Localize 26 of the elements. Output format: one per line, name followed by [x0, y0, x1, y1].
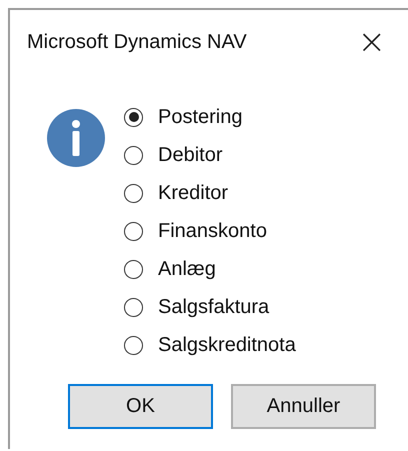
radio-button[interactable] [124, 222, 143, 240]
radio-button[interactable] [124, 298, 143, 316]
radio-button[interactable] [124, 260, 143, 278]
radio-option[interactable]: Postering [124, 98, 296, 136]
radio-button[interactable] [124, 184, 143, 202]
radio-option[interactable]: Finanskonto [124, 212, 296, 250]
option-label: Postering [158, 106, 242, 128]
cancel-button[interactable]: Annuller [231, 384, 376, 429]
radio-option[interactable]: Salgskreditnota [124, 326, 296, 364]
radio-option[interactable]: Salgsfaktura [124, 288, 296, 326]
ok-button[interactable]: OK [68, 384, 213, 429]
radio-button[interactable] [124, 108, 143, 126]
radio-option[interactable]: Kreditor [124, 174, 296, 212]
option-label: Salgsfaktura [158, 296, 270, 318]
info-icon [47, 109, 105, 167]
close-button[interactable]: × [352, 25, 392, 59]
radio-button[interactable] [124, 336, 143, 354]
window-title: Microsoft Dynamics NAV [27, 30, 247, 54]
option-label: Kreditor [158, 182, 228, 204]
radio-option[interactable]: Debitor [124, 136, 296, 174]
option-label: Anlæg [158, 258, 216, 280]
option-label: Salgskreditnota [158, 334, 296, 356]
option-label: Debitor [158, 144, 222, 166]
radio-option[interactable]: Anlæg [124, 250, 296, 288]
option-label: Finanskonto [158, 220, 267, 242]
radio-button[interactable] [124, 146, 143, 164]
